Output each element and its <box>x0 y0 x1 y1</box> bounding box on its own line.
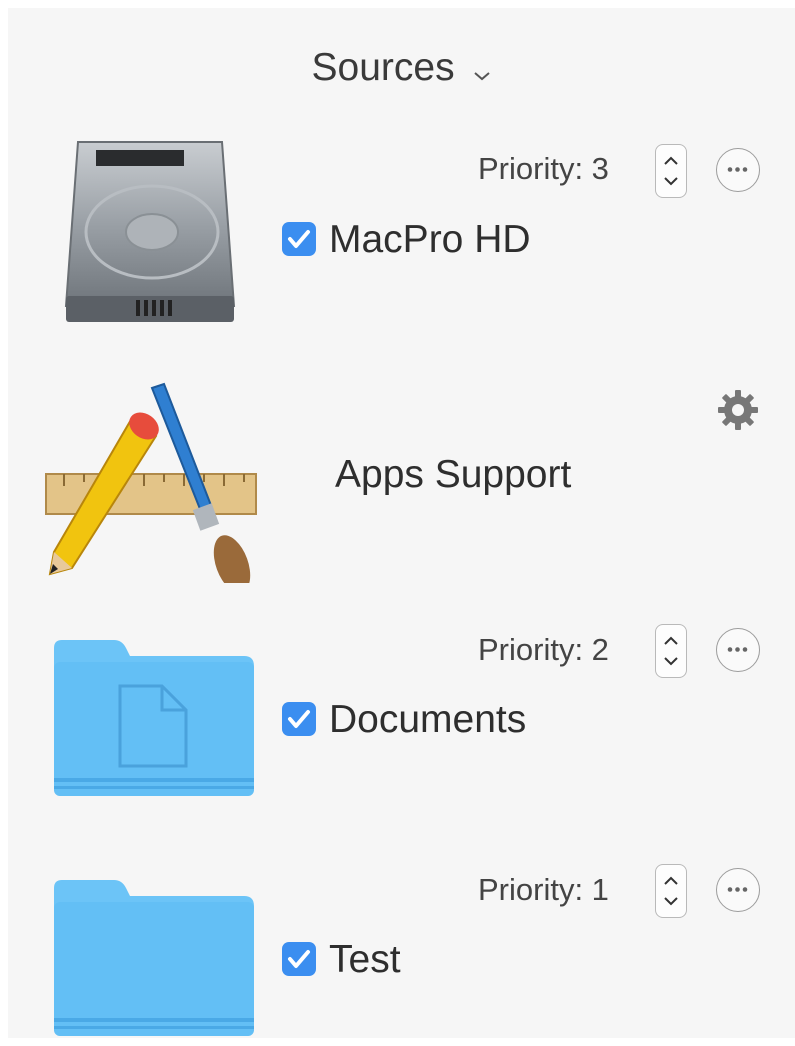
source-name: Test <box>329 938 401 981</box>
gear-icon[interactable] <box>716 388 760 437</box>
xcode-app-icon <box>44 378 262 593</box>
priority-stepper[interactable] <box>655 864 687 918</box>
source-name: Apps Support <box>335 453 572 496</box>
ellipsis-circle-icon[interactable] <box>716 628 760 672</box>
priority-label: Priority: 1 <box>478 872 609 907</box>
enable-checkbox[interactable] <box>282 222 316 256</box>
documents-folder-icon <box>52 638 256 805</box>
priority-stepper[interactable] <box>655 144 687 198</box>
folder-icon <box>52 878 256 1045</box>
sources-title: Sources <box>311 46 455 89</box>
enable-checkbox[interactable] <box>282 702 316 736</box>
chevron-down-icon <box>473 48 491 92</box>
source-name: Documents <box>329 698 527 741</box>
priority-label: Priority: 3 <box>478 151 609 186</box>
priority-stepper[interactable] <box>655 624 687 678</box>
sources-header[interactable]: Sources <box>8 46 795 92</box>
priority-label: Priority: 2 <box>478 632 609 667</box>
enable-checkbox[interactable] <box>282 942 316 976</box>
hard-drive-icon <box>56 136 244 331</box>
ellipsis-circle-icon[interactable] <box>716 868 760 912</box>
ellipsis-circle-icon[interactable] <box>716 148 760 192</box>
sources-panel: Sources Priority: 3 MacPro HD Apps Suppo… <box>8 8 795 1038</box>
source-name: MacPro HD <box>329 218 531 261</box>
